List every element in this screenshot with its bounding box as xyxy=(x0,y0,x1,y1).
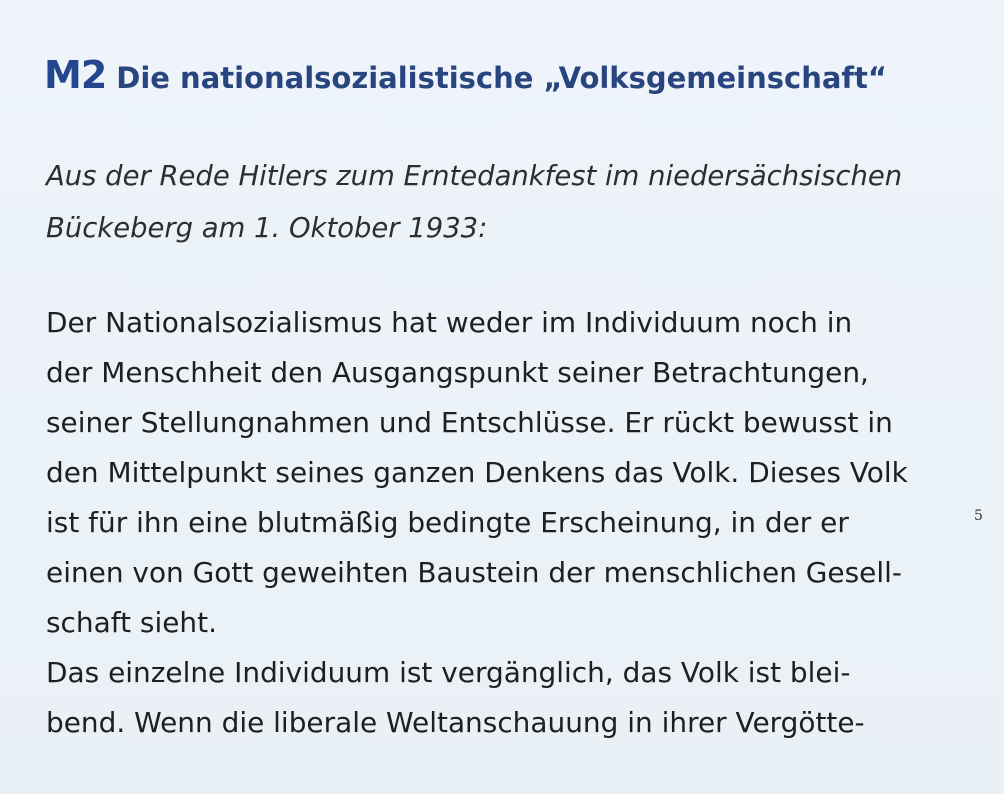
text-line: einen von Gott geweihten Baustein der me… xyxy=(46,556,902,589)
text-line: bend. Wenn die liberale Weltanschauung i… xyxy=(46,706,865,739)
document-page: M2 Die nationalsozialistische „Volksgemei… xyxy=(0,0,1004,794)
source-introduction: Aus der Rede Hitlers zum Erntedankfest i… xyxy=(46,150,966,254)
material-label: M2 xyxy=(44,53,107,97)
line-number: 5 xyxy=(974,508,983,524)
text-line: Der Nationalsozialismus hat weder im Ind… xyxy=(46,306,853,339)
text-line: der Menschheit den Ausgangspunkt seiner … xyxy=(46,356,869,389)
section-heading: M2 Die nationalsozialistische „Volksgemei… xyxy=(44,50,887,105)
text-line: Das einzelne Individuum ist vergänglich,… xyxy=(46,656,851,689)
intro-line: Aus der Rede Hitlers zum Erntedankfest i… xyxy=(46,160,903,192)
text-line: seiner Stellungnahmen und Entschlüsse. E… xyxy=(46,406,893,439)
intro-line: Bückeberg am 1. Oktober 1933: xyxy=(46,212,488,244)
text-line: den Mittelpunkt seines ganzen Denkens da… xyxy=(46,456,908,489)
section-title: Die nationalsozialistische „Volksgemeins… xyxy=(116,61,887,95)
text-line: schaft sieht. xyxy=(46,606,217,639)
text-line: ist für ihn eine blutmäßig bedingte Ersc… xyxy=(46,506,849,539)
quotation-text: Der Nationalsozialismus hat weder im Ind… xyxy=(46,298,966,748)
